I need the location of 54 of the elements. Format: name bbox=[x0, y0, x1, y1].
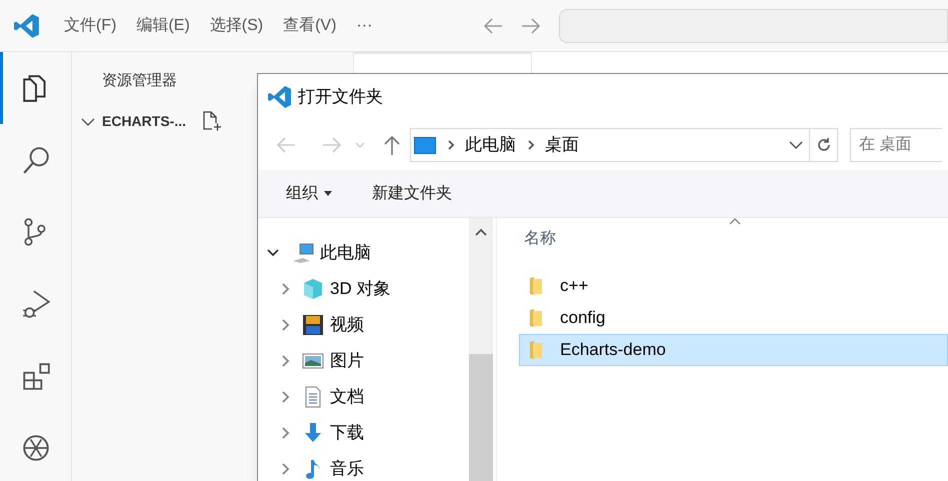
tree-item[interactable]: 下载 bbox=[258, 415, 469, 451]
search-field[interactable] bbox=[559, 8, 948, 42]
file-row[interactable]: c++ bbox=[519, 270, 948, 302]
breadcrumb-item[interactable]: 此电脑 bbox=[465, 132, 516, 158]
film-icon bbox=[302, 314, 324, 336]
menu-item[interactable]: 查看(V) bbox=[273, 14, 346, 38]
forward-arrow-icon[interactable] bbox=[520, 16, 542, 34]
new-folder-button[interactable]: 新建文件夹 bbox=[362, 182, 462, 206]
scrollbar[interactable] bbox=[469, 218, 493, 481]
computer-icon bbox=[414, 136, 436, 154]
file-row[interactable]: config bbox=[519, 302, 948, 334]
app-logo-icon bbox=[14, 12, 40, 38]
up-arrow-icon[interactable] bbox=[383, 134, 401, 156]
back-arrow-icon[interactable] bbox=[482, 16, 504, 34]
column-header[interactable]: 名称 bbox=[524, 227, 556, 251]
dropdown-chevron-icon[interactable] bbox=[789, 140, 803, 150]
folder-icon bbox=[529, 340, 543, 360]
address-bar[interactable]: 此电脑 桌面 bbox=[410, 128, 810, 162]
scroll-up-icon[interactable] bbox=[475, 228, 487, 236]
tree-item[interactable]: 文档 bbox=[258, 379, 469, 415]
app-logo-icon bbox=[268, 85, 292, 109]
scrollbar-thumb[interactable] bbox=[469, 354, 493, 481]
folder-icon bbox=[529, 276, 543, 296]
tree-item[interactable]: 图片 bbox=[258, 343, 469, 379]
file-row[interactable]: Echarts-demo bbox=[519, 334, 948, 366]
search-field[interactable]: 在 桌面 bbox=[850, 128, 942, 162]
tree-item[interactable]: 音乐 bbox=[258, 451, 469, 481]
pc-icon bbox=[292, 242, 314, 264]
new-file-icon[interactable] bbox=[202, 110, 222, 132]
menu-item[interactable]: 编辑(E) bbox=[126, 14, 200, 38]
search-icon[interactable] bbox=[21, 145, 51, 175]
menu-item[interactable]: 文件(F) bbox=[54, 14, 126, 38]
sidebar-title: 资源管理器 bbox=[102, 71, 178, 91]
play-bug-icon[interactable] bbox=[21, 289, 51, 319]
knot-icon[interactable] bbox=[21, 433, 51, 463]
chevron-icon[interactable] bbox=[528, 140, 535, 150]
folder-label[interactable]: ECHARTS-... bbox=[102, 111, 186, 132]
tree-item[interactable]: 此电脑 bbox=[258, 235, 469, 271]
menu-item[interactable]: 选择(S) bbox=[200, 14, 274, 38]
caret-icon bbox=[324, 191, 332, 196]
breadcrumb-item[interactable]: 桌面 bbox=[545, 132, 579, 158]
tree-item[interactable]: 视频 bbox=[258, 307, 469, 343]
tree-item[interactable]: 3D 对象 bbox=[258, 271, 469, 307]
sort-caret-icon[interactable] bbox=[729, 218, 741, 225]
refresh-icon bbox=[816, 137, 832, 153]
dialog-title: 打开文件夹 bbox=[298, 86, 383, 108]
blocks-icon[interactable] bbox=[21, 361, 51, 391]
menu-item[interactable]: ··· bbox=[346, 14, 382, 38]
cube-icon bbox=[302, 278, 324, 300]
download-icon bbox=[302, 422, 324, 444]
chevron-icon[interactable] bbox=[448, 140, 455, 150]
organize-menu-button[interactable]: 组织 bbox=[276, 182, 342, 206]
refresh-button[interactable] bbox=[810, 128, 838, 162]
folder-icon bbox=[529, 308, 543, 328]
